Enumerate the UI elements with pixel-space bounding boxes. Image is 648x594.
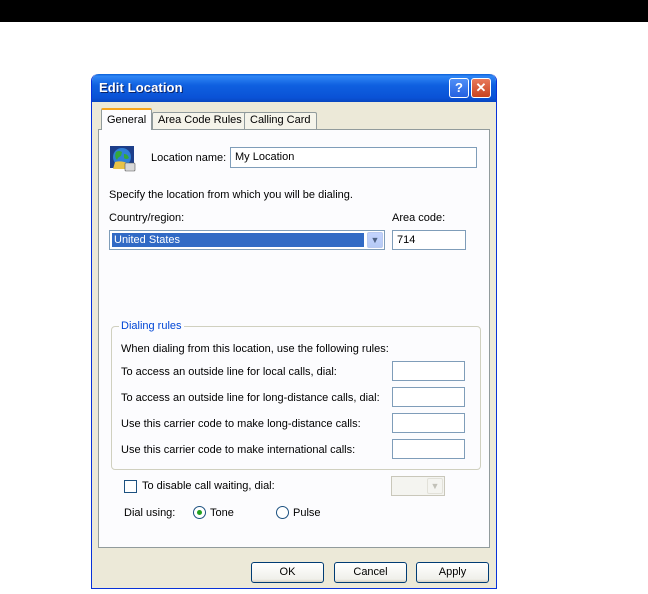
ok-button[interactable]: OK: [251, 562, 324, 583]
call-waiting-checkbox[interactable]: [124, 480, 137, 493]
tab-calling-card[interactable]: Calling Card: [244, 112, 317, 129]
location-name-input[interactable]: My Location: [230, 147, 477, 168]
title-bar[interactable]: Edit Location ? ✕: [92, 74, 496, 102]
international-carrier-label: Use this carrier code to make internatio…: [121, 444, 356, 456]
tone-label: Tone: [210, 507, 234, 519]
cancel-button[interactable]: Cancel: [334, 562, 407, 583]
help-button[interactable]: ?: [449, 78, 469, 98]
area-code-input[interactable]: 714: [392, 230, 466, 250]
specify-location-text: Specify the location from which you will…: [109, 189, 353, 201]
local-calls-input[interactable]: [392, 361, 465, 381]
area-code-label: Area code:: [392, 212, 446, 224]
close-button[interactable]: ✕: [471, 78, 491, 98]
tone-radio[interactable]: [193, 506, 206, 519]
location-name-label: Location name:: [151, 152, 227, 164]
country-region-label: Country/region:: [109, 212, 185, 224]
dial-using-label: Dial using:: [124, 507, 176, 519]
call-waiting-label: To disable call waiting, dial:: [142, 480, 275, 492]
long-distance-carrier-label: Use this carrier code to make long-dista…: [121, 418, 361, 430]
long-distance-calls-label: To access an outside line for long-dista…: [121, 392, 380, 404]
long-distance-calls-input[interactable]: [392, 387, 465, 407]
call-waiting-select[interactable]: ▼: [391, 476, 445, 496]
tab-general[interactable]: General: [101, 108, 153, 130]
long-distance-carrier-input[interactable]: [392, 413, 465, 433]
country-region-select[interactable]: United States ▼: [109, 230, 385, 250]
general-tab-panel: Location name: My Location Specify the l…: [98, 129, 490, 548]
dialing-rules-legend: Dialing rules: [119, 320, 184, 332]
black-top-bar: [0, 0, 648, 22]
edit-location-dialog: Edit Location ? ✕ General Area Code Rule…: [91, 74, 497, 589]
chevron-down-icon[interactable]: ▼: [427, 478, 443, 494]
local-calls-label: To access an outside line for local call…: [121, 366, 337, 378]
window-title: Edit Location: [99, 80, 183, 95]
tab-area-code-rules[interactable]: Area Code Rules: [152, 112, 248, 129]
pulse-label: Pulse: [293, 507, 321, 519]
dialing-rules-intro: When dialing from this location, use the…: [121, 343, 389, 355]
chevron-down-icon[interactable]: ▼: [367, 232, 383, 248]
apply-button[interactable]: Apply: [416, 562, 489, 583]
international-carrier-input[interactable]: [392, 439, 465, 459]
country-selected-value: United States: [112, 233, 364, 247]
dialing-rules-group: Dialing rules When dialing from this loc…: [111, 320, 481, 470]
globe-phone-icon: [110, 146, 136, 172]
pulse-radio[interactable]: [276, 506, 289, 519]
